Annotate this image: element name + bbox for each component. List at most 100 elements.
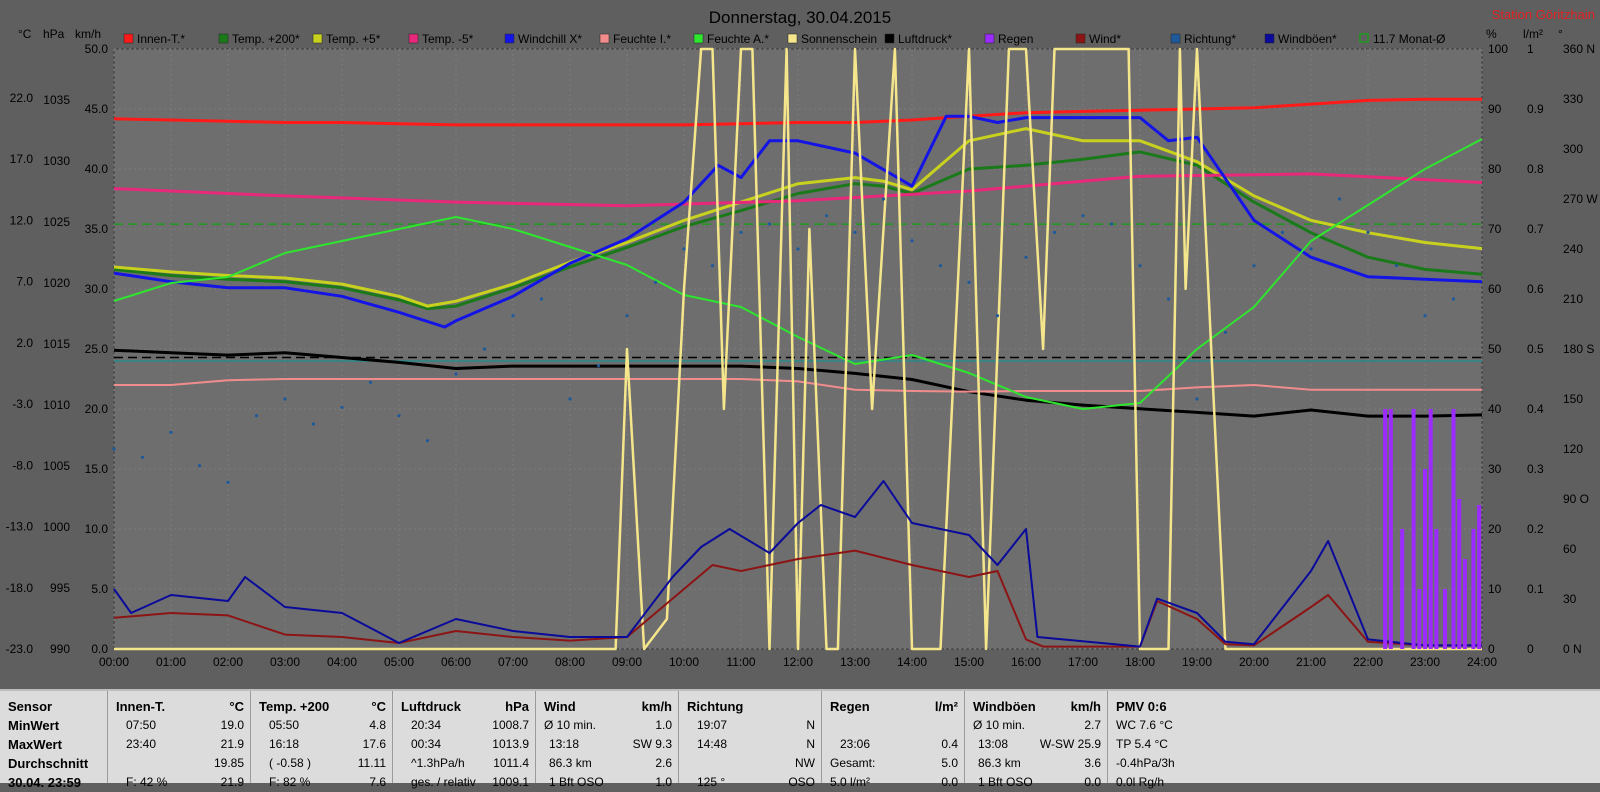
point-richtung: [311, 422, 316, 426]
wind-current: 1 Bft OSO 1.0: [549, 775, 672, 789]
point-richtung: [169, 430, 173, 434]
innen-min: 07:50 19.0: [126, 718, 244, 732]
col-luftdruck-header: Luftdruck hPa: [401, 699, 529, 714]
y-tick-label: 360 N: [1563, 42, 1595, 56]
pmv-pressure-trend: -0.4hPa/3h: [1116, 756, 1175, 770]
temp200-min: 05:50 4.8: [269, 718, 386, 732]
y-tick-label-celsius: 7.0: [16, 275, 33, 289]
luftdruck-min: 20:34 1008.7: [411, 718, 529, 732]
col-regen: Regen l/m² 23:06 0.4 Gesamt: 5.0 5.0 l/m² 0.…: [822, 691, 965, 789]
point-richtung: [1223, 330, 1228, 334]
legend-swatch: [1170, 33, 1181, 44]
legend-label: Temp. +5*: [326, 32, 381, 46]
y-tick-label-celsius: -3.0: [12, 397, 33, 411]
regen-min: [830, 718, 958, 735]
x-tick-label: 19:00: [1182, 655, 1212, 669]
axis-unit-hpa: hPa: [43, 27, 65, 41]
y-tick-label: 90: [1488, 102, 1502, 116]
y-tick-label: 0.8: [1527, 162, 1544, 176]
col-sensor: Sensor MinWert MaxWert Durchschnitt 30.0…: [0, 691, 108, 790]
y-tick-label: 80: [1488, 162, 1502, 176]
point-richtung: [1280, 230, 1285, 234]
y-tick-label: 0.5: [1527, 342, 1544, 356]
y-tick-label-celsius: 12.0: [10, 213, 34, 227]
bar-regen: [1457, 499, 1462, 649]
regen-current: 5.0 l/m² 0.0: [830, 775, 958, 789]
y-tick-label: 330: [1563, 92, 1583, 106]
legend-swatch: [599, 33, 610, 44]
x-tick-label: 16:00: [1011, 655, 1041, 669]
y-tick-label-hpa: 1035: [43, 93, 70, 107]
x-tick-label: 10:00: [669, 655, 699, 669]
x-tick-label: 14:00: [897, 655, 927, 669]
point-richtung: [368, 380, 373, 384]
y-tick-label: 5.0: [91, 582, 108, 596]
y-tick-label: 50.0: [85, 42, 109, 56]
bar-regen: [1388, 409, 1393, 649]
x-tick-label: 01:00: [156, 655, 186, 669]
axis-unit-lm2: l/m²: [1523, 27, 1543, 41]
y-tick-label: 0.1: [1527, 582, 1544, 596]
y-tick-label-hpa: 995: [50, 581, 70, 595]
point-richtung: [1423, 314, 1427, 318]
y-tick-label: 1: [1527, 42, 1534, 56]
bar-regen: [1462, 559, 1467, 649]
luftdruck-avg: ^1.3hPa/h 1011.4: [411, 756, 529, 770]
col-luftdruck: Luftdruck hPa 20:34 1008.7 00:34 1013.9 ^1.…: [393, 691, 536, 789]
axis-unit-celsius: °C: [18, 27, 32, 41]
col-pmv-header: PMV 0:6: [1116, 699, 1167, 714]
row-label-max: MaxWert: [8, 737, 62, 752]
y-tick-label-hpa: 990: [50, 642, 70, 656]
y-tick-label: 90 O: [1563, 492, 1589, 506]
innen-avg: 19.85: [213, 756, 244, 770]
y-tick-label: 10.0: [85, 522, 109, 536]
point-richtung: [910, 239, 914, 243]
point-richtung: [1109, 222, 1114, 226]
point-richtung: [767, 222, 772, 226]
legend-label: Sonnenschein: [801, 32, 877, 46]
richtung-max: 14:48 N: [697, 737, 815, 751]
bar-regen: [1428, 409, 1433, 649]
y-tick-label: 20.0: [85, 402, 109, 416]
col-boeen: Windböen km/h Ø 10 min. 2.7 13:08 W-SW 25.9…: [965, 691, 1108, 789]
point-richtung: [482, 347, 487, 351]
y-tick-label: 45.0: [85, 102, 109, 116]
col-wind: Wind km/h Ø 10 min. 1.0 13:18 SW 9.3 86.3 k…: [536, 691, 679, 789]
y-tick-label: 0.4: [1527, 402, 1544, 416]
y-tick-label-hpa: 1000: [43, 520, 70, 534]
bar-regen: [1434, 529, 1439, 649]
y-tick-label: 40.0: [85, 162, 109, 176]
point-richtung: [881, 197, 886, 201]
legend-swatch: [408, 33, 419, 44]
point-richtung: [796, 247, 800, 251]
x-tick-label: 18:00: [1125, 655, 1155, 669]
y-tick-label: 180 S: [1563, 342, 1594, 356]
y-tick-label: 120: [1563, 442, 1583, 456]
y-tick-label-hpa: 1005: [43, 459, 70, 473]
pmv-dewpoint: TP 5.4 °C: [1116, 737, 1168, 751]
x-tick-label: 00:00: [99, 655, 129, 669]
y-tick-label: 0.6: [1527, 282, 1544, 296]
wind-avg: 86.3 km 2.6: [549, 756, 672, 770]
wind-min: Ø 10 min. 1.0: [544, 718, 672, 732]
bar-regen: [1400, 529, 1405, 649]
y-tick-label-hpa: 1030: [43, 154, 70, 168]
x-tick-label: 13:00: [840, 655, 870, 669]
y-tick-label-hpa: 1020: [43, 276, 70, 290]
legend-swatch: [504, 33, 515, 44]
point-richtung: [967, 280, 971, 284]
legend-label: Temp. -5*: [422, 32, 474, 46]
point-richtung: [1024, 255, 1028, 259]
x-tick-label: 02:00: [213, 655, 243, 669]
point-richtung: [539, 297, 544, 301]
point-richtung: [1394, 264, 1399, 268]
stats-table: Sensor MinWert MaxWert Durchschnitt 30.0…: [0, 689, 1600, 790]
chart-title: Donnerstag, 30.04.2015: [709, 8, 891, 27]
point-richtung: [853, 230, 857, 234]
legend-label: Windchill X*: [518, 32, 582, 46]
y-tick-label: 0.0: [91, 642, 108, 656]
axis-unit-percent: %: [1486, 27, 1497, 41]
boeen-min: Ø 10 min. 2.7: [973, 718, 1101, 732]
legend-label: Regen: [998, 32, 1033, 46]
bar-regen: [1423, 469, 1427, 649]
